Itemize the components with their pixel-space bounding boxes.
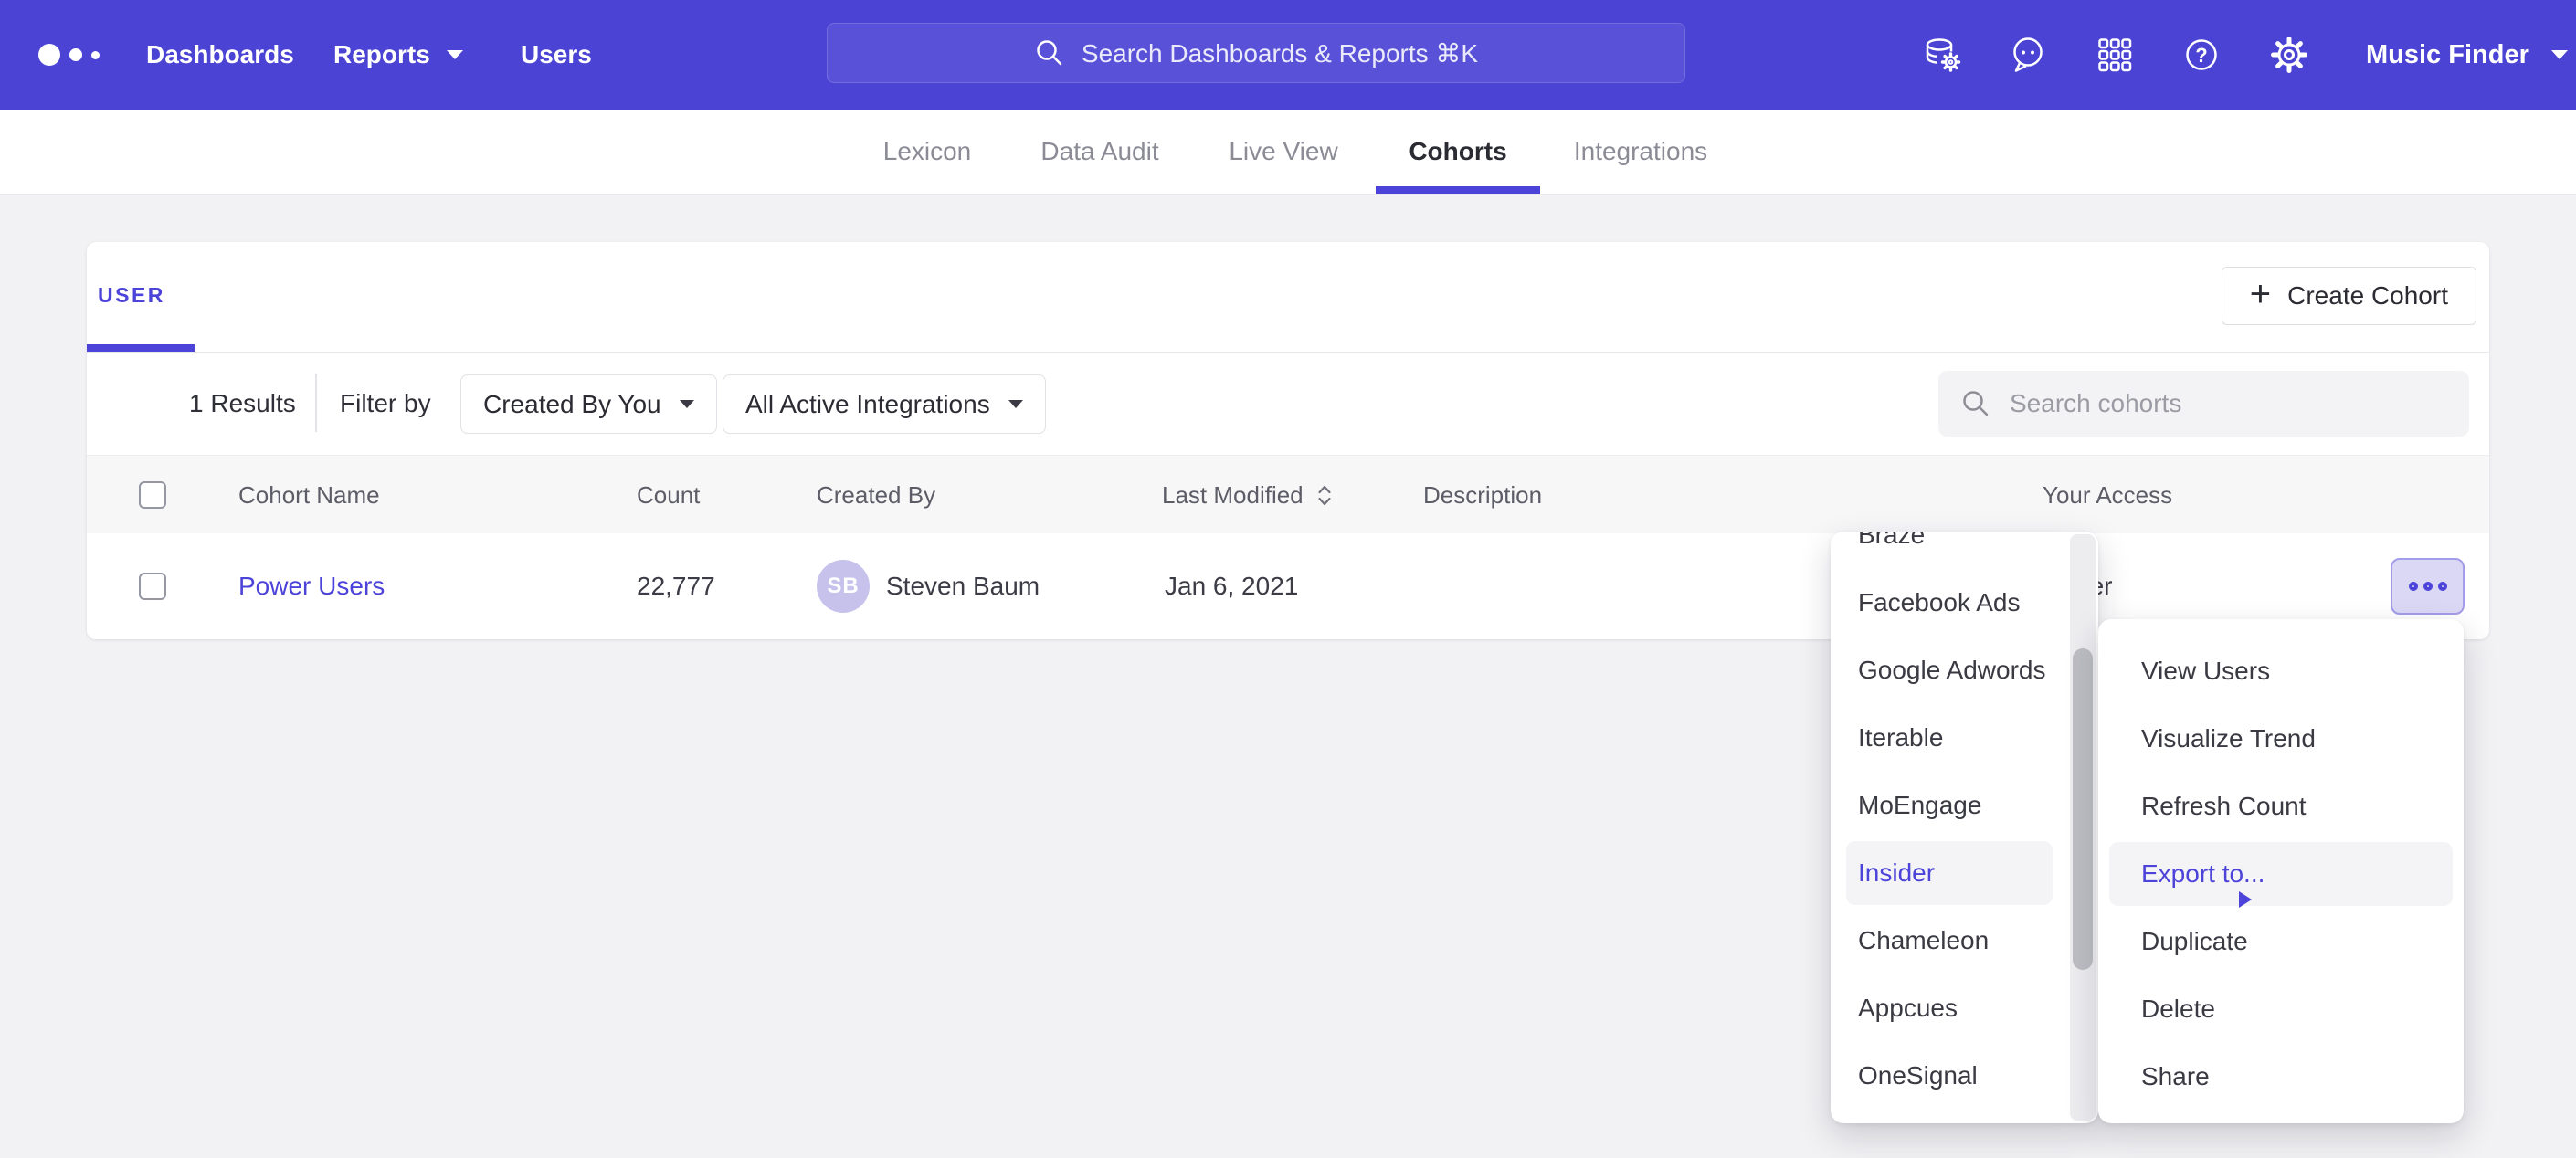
mixpanel-logo-icon[interactable] — [38, 0, 100, 110]
chevron-down-icon — [447, 50, 463, 59]
submenu-item-insider[interactable]: Insider — [1831, 839, 2098, 907]
chevron-down-icon — [1008, 400, 1023, 408]
cohort-count: 22,777 — [637, 533, 715, 639]
column-header-last-modified[interactable]: Last Modified — [1162, 456, 1335, 534]
select-all-checkbox[interactable] — [139, 481, 166, 509]
section-tabbar: Lexicon Data Audit Live View Cohorts Int… — [0, 110, 2576, 195]
nav-dashboards-label: Dashboards — [146, 40, 294, 69]
export-submenu: Braze Facebook Ads Google Adwords Iterab… — [1831, 532, 2098, 1123]
help-icon[interactable]: ? — [2181, 35, 2222, 75]
menu-item-visualize-trend[interactable]: Visualize Trend — [2098, 705, 2464, 773]
top-navbar: Dashboards Reports Users Search Dashboar… — [0, 0, 2576, 110]
tab-live-view[interactable]: Live View — [1229, 110, 1337, 194]
nav-users[interactable]: Users — [521, 0, 592, 110]
submenu-item-facebook-ads[interactable]: Facebook Ads — [1831, 569, 2098, 637]
chevron-down-icon — [2551, 50, 2568, 59]
cohorts-card: USER + Create Cohort 1 Results Filter by… — [87, 242, 2489, 639]
dot-icon — [2423, 582, 2433, 591]
row-actions-button[interactable] — [2391, 558, 2465, 615]
data-settings-icon[interactable] — [1922, 35, 1962, 75]
plus-icon: + — [2250, 276, 2271, 312]
tab-integrations[interactable]: Integrations — [1574, 110, 1707, 194]
search-icon — [1960, 388, 1991, 419]
nav-reports[interactable]: Reports — [333, 0, 463, 110]
nav-reports-label: Reports — [333, 40, 430, 69]
global-search-input[interactable]: Search Dashboards & Reports ⌘K — [827, 23, 1685, 83]
submenu-item-braze[interactable]: Braze — [1831, 532, 2098, 569]
tab-cohorts[interactable]: Cohorts — [1409, 110, 1506, 194]
filter-by-label: Filter by — [340, 352, 431, 455]
dot-icon — [2438, 582, 2447, 591]
nav-dashboards[interactable]: Dashboards — [146, 0, 294, 110]
chevron-down-icon — [680, 400, 694, 408]
sort-icon — [1314, 480, 1335, 510]
last-modified-date: Jan 6, 2021 — [1165, 533, 1298, 639]
export-submenu-list: Braze Facebook Ads Google Adwords Iterab… — [1831, 532, 2098, 1110]
user-tab-underline — [87, 344, 195, 352]
tab-data-audit[interactable]: Data Audit — [1040, 110, 1158, 194]
menu-item-export-to[interactable]: Export to... — [2098, 840, 2464, 908]
svg-text:?: ? — [2195, 44, 2207, 67]
app-screen: Dashboards Reports Users Search Dashboar… — [0, 0, 2576, 1158]
row-context-menu: View Users Visualize Trend Refresh Count… — [2098, 619, 2464, 1123]
submenu-item-google-adwords[interactable]: Google Adwords — [1831, 637, 2098, 704]
divider — [315, 374, 317, 432]
created-by-name: Steven Baum — [886, 533, 1040, 639]
menu-item-delete[interactable]: Delete — [2098, 975, 2464, 1043]
created-by-filter-dropdown[interactable]: Created By You — [460, 374, 717, 434]
submenu-item-chameleon[interactable]: Chameleon — [1831, 907, 2098, 974]
apps-grid-icon[interactable] — [2095, 35, 2135, 75]
column-header-cohort-name[interactable]: Cohort Name — [238, 456, 380, 534]
avatar: SB — [817, 560, 870, 613]
search-cohorts-placeholder: Search cohorts — [2010, 389, 2181, 418]
project-selector[interactable]: Music Finder — [2366, 0, 2568, 110]
menu-item-view-users[interactable]: View Users — [2098, 637, 2464, 705]
project-name: Music Finder — [2366, 40, 2529, 70]
menu-item-refresh-count[interactable]: Refresh Count — [2098, 773, 2464, 840]
settings-gear-icon[interactable] — [2269, 35, 2309, 75]
results-count: 1 Results — [189, 352, 296, 455]
nav-users-label: Users — [521, 40, 592, 69]
tab-lexicon[interactable]: Lexicon — [883, 110, 972, 194]
menu-item-duplicate[interactable]: Duplicate — [2098, 908, 2464, 975]
scrollbar-thumb[interactable] — [2073, 648, 2093, 970]
column-header-count[interactable]: Count — [637, 456, 700, 534]
table-header-row: Cohort Name Count Created By Last Modifi… — [87, 455, 2489, 533]
column-header-created-by[interactable]: Created By — [817, 456, 935, 534]
search-cohorts-input[interactable]: Search cohorts — [1938, 371, 2469, 437]
global-search-placeholder: Search Dashboards & Reports ⌘K — [1082, 38, 1478, 68]
menu-item-share[interactable]: Share — [2098, 1043, 2464, 1111]
search-icon — [1034, 37, 1065, 68]
feedback-icon[interactable] — [2008, 35, 2048, 75]
submenu-arrow-icon — [2239, 891, 2252, 908]
divider — [87, 352, 2489, 353]
row-checkbox[interactable] — [139, 573, 166, 600]
dot-icon — [2409, 582, 2418, 591]
cohort-name-link[interactable]: Power Users — [238, 533, 385, 639]
submenu-item-iterable[interactable]: Iterable — [1831, 704, 2098, 772]
integrations-filter-dropdown[interactable]: All Active Integrations — [723, 374, 1046, 434]
column-header-your-access[interactable]: Your Access — [2043, 456, 2172, 534]
tab-user-cohorts[interactable]: USER — [98, 268, 165, 322]
submenu-item-onesignal[interactable]: OneSignal — [1831, 1042, 2098, 1110]
active-tab-underline — [1376, 186, 1540, 194]
column-header-description[interactable]: Description — [1423, 456, 1542, 534]
create-cohort-button[interactable]: + Create Cohort — [2222, 267, 2476, 325]
submenu-item-appcues[interactable]: Appcues — [1831, 974, 2098, 1042]
submenu-item-moengage[interactable]: MoEngage — [1831, 772, 2098, 839]
